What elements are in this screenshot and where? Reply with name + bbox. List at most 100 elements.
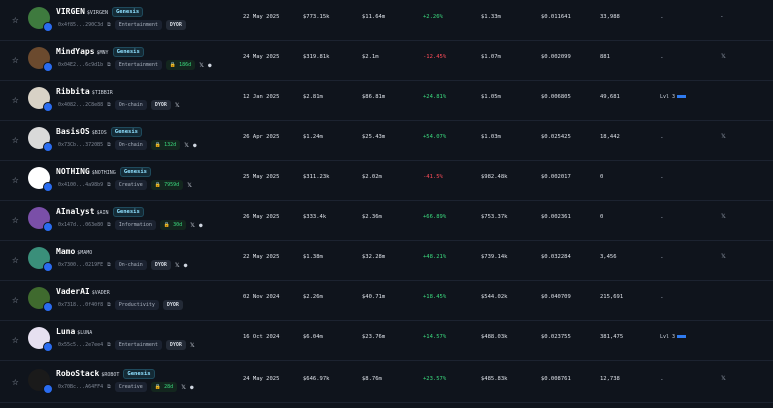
star-icon[interactable]: ☆ bbox=[12, 93, 19, 106]
x-social-icon[interactable]: 𝕏 bbox=[199, 62, 204, 69]
contract-address[interactable]: 0x55c5...2e7ee4 bbox=[58, 342, 103, 348]
copy-icon[interactable]: ⧉ bbox=[107, 342, 111, 348]
star-icon[interactable]: ☆ bbox=[12, 13, 19, 26]
contract-address[interactable]: 0x70Bc...A64FF4 bbox=[58, 384, 103, 390]
copy-icon[interactable]: ⧉ bbox=[107, 102, 111, 108]
table-row[interactable]: ☆ NOTHING $NOTHING Genesis 0x4100...4a98b9 ⧉ C… bbox=[0, 160, 773, 201]
copy-icon[interactable]: ⧉ bbox=[107, 182, 111, 188]
token-name-text[interactable]: VaderAI bbox=[56, 287, 90, 296]
token-name[interactable]: VaderAI $VADER bbox=[56, 287, 110, 296]
price-change: +24.81% bbox=[423, 94, 447, 100]
token-meta: 0x55c5...2e7ee4 ⧉ Entertainment DYOR 𝕏 bbox=[58, 340, 195, 350]
token-name[interactable]: VIRGEN $VIRGEN Genesis bbox=[56, 7, 144, 17]
volume-24h: $32.28m bbox=[362, 254, 386, 260]
x-social-icon[interactable]: 𝕏 bbox=[187, 182, 192, 189]
liquidity: $982.48k bbox=[481, 174, 508, 180]
x-social-icon[interactable]: 𝕏 bbox=[181, 384, 186, 391]
star-icon[interactable]: ☆ bbox=[12, 133, 19, 146]
token-ticker: $TIBBIR bbox=[91, 90, 113, 96]
category-tag: Creative bbox=[114, 382, 147, 392]
token-meta: 0x4100...4a98b9 ⧉ Creative 🔒 7959d 𝕏 bbox=[58, 180, 192, 190]
price-change: +48.21% bbox=[423, 254, 447, 260]
token-name[interactable]: Ribbita $TIBBIR bbox=[56, 87, 113, 96]
table-row[interactable]: ☆ BasisOS $BIOS Genesis 0x73Cb...3720B5 ⧉ On-c… bbox=[0, 120, 773, 161]
contract-address[interactable]: 0x7318...0f40f8 bbox=[58, 302, 103, 308]
x-link-icon[interactable]: 𝕏 bbox=[721, 53, 726, 60]
holders-count: 381,475 bbox=[600, 334, 624, 340]
x-link-icon[interactable]: 𝕏 bbox=[721, 133, 726, 140]
copy-icon[interactable]: ⧉ bbox=[107, 62, 111, 68]
x-link-icon[interactable]: 𝕏 bbox=[721, 253, 726, 260]
copy-icon[interactable]: ⧉ bbox=[107, 302, 111, 308]
dyor-badge: DYOR bbox=[150, 100, 171, 110]
website-icon[interactable]: ● bbox=[199, 222, 203, 229]
table-row[interactable]: ☆ RoboStack $ROBOT Genesis 0x70Bc...A64FF4 ⧉ C… bbox=[0, 362, 773, 403]
market-cap: $1.38m bbox=[303, 254, 323, 260]
token-meta: 0x7318...0f40f8 ⧉ Productivity DYOR bbox=[58, 300, 183, 310]
token-name-text[interactable]: RoboStack bbox=[56, 369, 99, 378]
star-icon[interactable]: ☆ bbox=[12, 173, 19, 186]
token-name[interactable]: Luna $LUNA bbox=[56, 327, 92, 336]
price-change: +14.57% bbox=[423, 334, 447, 340]
token-meta: 0x147d...063e80 ⧉ Information 🔒 30d 𝕏 ● bbox=[58, 220, 203, 230]
website-icon[interactable]: ● bbox=[184, 262, 188, 269]
copy-icon[interactable]: ⧉ bbox=[107, 222, 111, 228]
website-icon[interactable]: ● bbox=[193, 142, 197, 149]
created-date: 02 Nov 2024 bbox=[243, 294, 280, 300]
token-name-text[interactable]: MindYaps bbox=[56, 47, 95, 56]
website-icon[interactable]: ● bbox=[190, 384, 194, 391]
contract-address[interactable]: 0x7300...0219FE bbox=[58, 262, 103, 268]
website-icon[interactable]: ● bbox=[208, 62, 212, 69]
price-change: -41.5% bbox=[423, 174, 443, 180]
table-row[interactable]: ☆ VaderAI $VADER 0x7318...0f40f8 ⧉ Productivi… bbox=[0, 280, 773, 321]
token-name-text[interactable]: VIRGEN bbox=[56, 7, 85, 16]
x-social-icon[interactable]: 𝕏 bbox=[190, 342, 195, 349]
token-name[interactable]: MindYaps $MNY Genesis bbox=[56, 47, 144, 57]
star-icon[interactable]: ☆ bbox=[12, 333, 19, 346]
table-row[interactable]: ☆ Mamo $MAMO 0x7300...0219FE ⧉ On-chain DYOR 𝕏 ●… bbox=[0, 240, 773, 281]
contract-address[interactable]: 0x4082...2C8e88 bbox=[58, 102, 103, 108]
token-name[interactable]: AInalyst $AIN Genesis bbox=[56, 207, 144, 217]
contract-address[interactable]: 0x4100...4a98b9 bbox=[58, 182, 103, 188]
token-name[interactable]: RoboStack $ROBOT Genesis bbox=[56, 369, 155, 379]
contract-address[interactable]: 0x73Cb...3720B5 bbox=[58, 142, 103, 148]
table-row[interactable]: ☆ MindYaps $MNY Genesis 0x04E2...6c9d1b ⧉ Ente… bbox=[0, 40, 773, 81]
table-row[interactable]: ☆ Luna $LUNA 0x55c5...2e7ee4 ⧉ Entertainment D… bbox=[0, 320, 773, 361]
token-name[interactable]: BasisOS $BIOS Genesis bbox=[56, 127, 142, 137]
copy-icon[interactable]: ⧉ bbox=[107, 22, 111, 28]
token-name-text[interactable]: AInalyst bbox=[56, 207, 95, 216]
x-social-icon[interactable]: 𝕏 bbox=[190, 222, 195, 229]
copy-icon[interactable]: ⧉ bbox=[107, 384, 111, 390]
token-name-text[interactable]: NOTHING bbox=[56, 167, 90, 176]
table-row[interactable]: ☆ VIRGEN $VIRGEN Genesis 0x4f85...290C3d ⧉ Ent… bbox=[0, 0, 773, 41]
star-icon[interactable]: ☆ bbox=[12, 293, 19, 306]
token-name-text[interactable]: Luna bbox=[56, 327, 75, 336]
token-name-text[interactable]: BasisOS bbox=[56, 127, 90, 136]
contract-address[interactable]: 0x04E2...6c9d1b bbox=[58, 62, 103, 68]
token-name[interactable]: Mamo $MAMO bbox=[56, 247, 92, 256]
created-date: 22 May 2025 bbox=[243, 254, 280, 260]
table-row[interactable]: ☆ AInalyst $AIN Genesis 0x147d...063e80 ⧉ Info… bbox=[0, 200, 773, 241]
table-row[interactable]: ☆ Ribbita $TIBBIR 0x4082...2C8e88 ⧉ On-chain D… bbox=[0, 80, 773, 121]
star-icon[interactable]: ☆ bbox=[12, 213, 19, 226]
category-tag: Entertainment bbox=[114, 20, 162, 30]
created-date: 24 May 2025 bbox=[243, 376, 280, 382]
star-icon[interactable]: ☆ bbox=[12, 53, 19, 66]
token-name-text[interactable]: Mamo bbox=[56, 247, 75, 256]
contract-address[interactable]: 0x147d...063e80 bbox=[58, 222, 103, 228]
star-icon[interactable]: ☆ bbox=[12, 375, 19, 388]
star-icon[interactable]: ☆ bbox=[12, 253, 19, 266]
contract-address[interactable]: 0x4f85...290C3d bbox=[58, 22, 103, 28]
x-link-icon[interactable]: 𝕏 bbox=[721, 375, 726, 382]
token-ticker: $VIRGEN bbox=[86, 10, 108, 16]
copy-icon[interactable]: ⧉ bbox=[107, 262, 111, 268]
copy-icon[interactable]: ⧉ bbox=[107, 142, 111, 148]
token-name-text[interactable]: Ribbita bbox=[56, 87, 90, 96]
chain-badge-icon bbox=[43, 302, 53, 312]
x-social-icon[interactable]: 𝕏 bbox=[175, 262, 180, 269]
level-indicator: - bbox=[660, 54, 664, 61]
token-name[interactable]: NOTHING $NOTHING Genesis bbox=[56, 167, 151, 177]
x-social-icon[interactable]: 𝕏 bbox=[184, 142, 189, 149]
x-social-icon[interactable]: 𝕏 bbox=[175, 102, 180, 109]
x-link-icon[interactable]: 𝕏 bbox=[721, 213, 726, 220]
